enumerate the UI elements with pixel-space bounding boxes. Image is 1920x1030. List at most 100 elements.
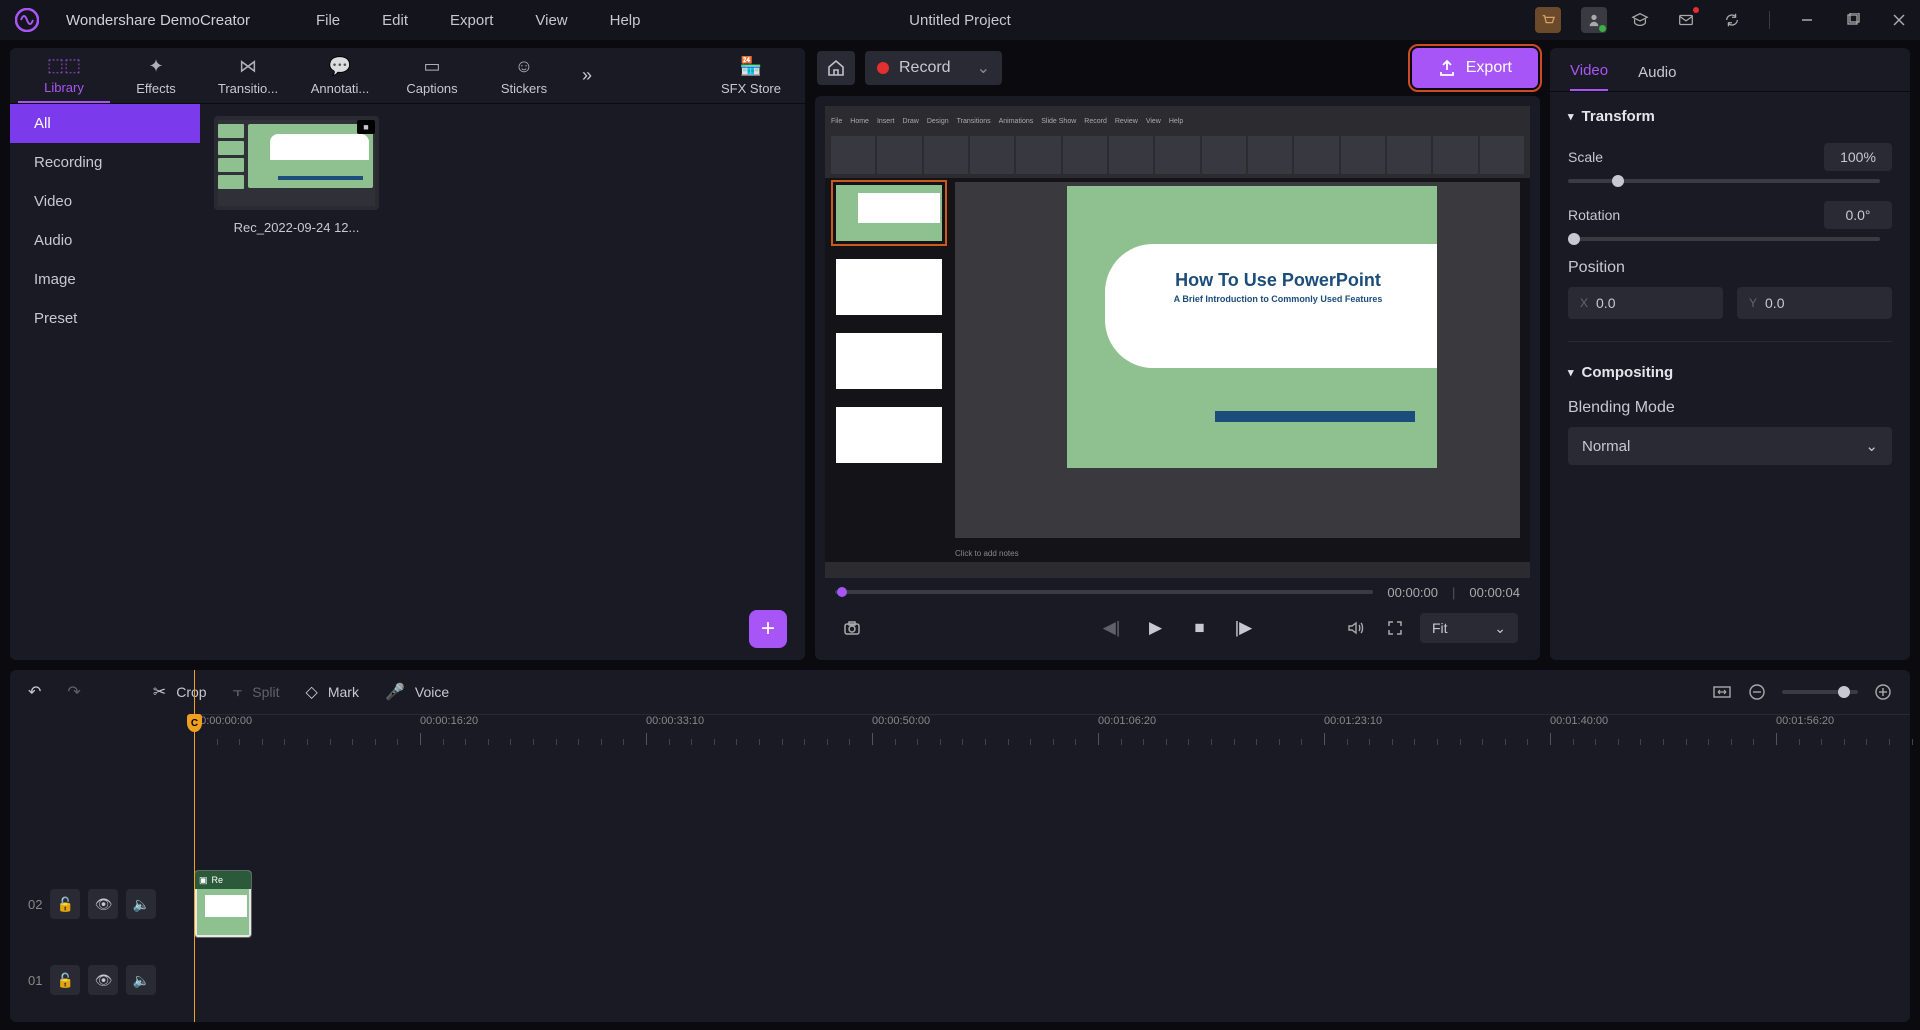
timeline-tracks: 02 🔓 👁 🔈 ▣Re 01 🔓 👁 🔈 [10,750,1910,1022]
record-button[interactable]: Record ⌄ [865,51,1002,85]
time-total: 00:00:04 [1469,585,1520,600]
library-content: ■ Rec_2022-09-24 12... + [200,104,805,660]
volume-button[interactable] [1340,613,1370,643]
menu-help[interactable]: Help [610,12,641,29]
playhead[interactable]: C [194,670,195,1022]
seek-track[interactable] [835,590,1373,594]
category-preset[interactable]: Preset [10,299,200,338]
media-tabs: ⬚⬚Library ✦Effects ⋈Transitio... 💬Annota… [10,48,805,104]
category-recording[interactable]: Recording [10,143,200,182]
track-visibility-button[interactable]: 👁 [88,965,118,995]
track-mute-button[interactable]: 🔈 [126,965,156,995]
category-image[interactable]: Image [10,260,200,299]
export-button[interactable]: Export [1412,48,1538,88]
fullscreen-button[interactable] [1380,613,1410,643]
timeline-clip[interactable]: ▣Re [194,870,252,938]
transform-header[interactable]: Transform [1568,108,1892,125]
separator [1769,11,1770,29]
scale-value[interactable]: 100% [1824,143,1892,171]
zoom-out-button[interactable] [1748,683,1766,701]
track-lock-button[interactable]: 🔓 [50,889,80,919]
tab-transitions[interactable]: ⋈Transitio... [202,50,294,102]
slide-title: How To Use PowerPoint [1139,270,1417,291]
fit-timeline-button[interactable] [1712,684,1732,700]
maximize-icon[interactable] [1840,7,1866,33]
track-number: 01 [28,973,42,988]
track-lane[interactable] [190,944,1910,1016]
track-mute-button[interactable]: 🔈 [126,889,156,919]
seek-thumb[interactable] [837,587,847,597]
library-panel: ⬚⬚Library ✦Effects ⋈Transitio... 💬Annota… [10,48,805,660]
play-button[interactable]: ▶ [1141,613,1171,643]
playhead-marker[interactable]: C [187,714,202,732]
grad-cap-icon[interactable] [1627,7,1653,33]
ruler-tick: 00:01:06:20 [1098,715,1156,727]
category-video[interactable]: Video [10,182,200,221]
media-clip[interactable]: ■ Rec_2022-09-24 12... [214,116,379,235]
tab-stickers[interactable]: ☺Stickers [478,50,570,102]
titlebar: Wondershare DemoCreator File Edit Export… [0,0,1920,40]
minimize-icon[interactable] [1794,7,1820,33]
voice-tool[interactable]: 🎤Voice [385,682,449,702]
track-01: 01 🔓 👁 🔈 [10,944,1910,1016]
redo-button[interactable]: ↷ [67,682,80,702]
menu-export[interactable]: Export [450,12,493,29]
ruler-tick: 00:01:40:00 [1550,715,1608,727]
rotation-value[interactable]: 0.0° [1824,201,1892,229]
zoom-slider[interactable] [1782,690,1858,694]
menu-file[interactable]: File [316,12,340,29]
prop-tab-video[interactable]: Video [1570,62,1608,91]
undo-button[interactable]: ↶ [28,682,41,702]
clip-name: Rec_2022-09-24 12... [214,220,379,235]
library-categories: All Recording Video Audio Image Preset [10,104,200,660]
track-lock-button[interactable]: 🔓 [50,965,80,995]
next-frame-button[interactable]: |▶ [1229,613,1259,643]
prop-tab-audio[interactable]: Audio [1638,64,1676,91]
close-icon[interactable] [1886,7,1912,33]
ruler-tick: 00:00:16:20 [420,715,478,727]
timeline-ruler[interactable]: 00:00:00:0000:00:16:2000:00:33:1000:00:5… [190,714,1910,750]
scale-label: Scale [1568,149,1603,165]
tab-library[interactable]: ⬚⬚Library [18,49,110,103]
ppt-ribbon: FileHomeInsertDrawDesignTransitionsAnima… [825,106,1530,178]
blend-mode-dropdown[interactable]: Normal ⌄ [1568,427,1892,465]
menu-view[interactable]: View [535,12,567,29]
user-icon[interactable] [1581,7,1607,33]
ppt-notes: Click to add notes [955,549,1019,558]
menu-edit[interactable]: Edit [382,12,408,29]
fit-dropdown[interactable]: Fit⌄ [1420,613,1518,643]
ruler-tick: 00:01:23:10 [1324,715,1382,727]
mail-icon[interactable] [1673,7,1699,33]
position-x-input[interactable]: X0.0 [1568,287,1723,319]
prev-frame-button[interactable]: ◀| [1097,613,1127,643]
category-audio[interactable]: Audio [10,221,200,260]
rotation-slider[interactable] [1568,237,1880,241]
zoom-in-button[interactable] [1874,683,1892,701]
sync-icon[interactable] [1719,7,1745,33]
seekbar: 00:00:00 | 00:00:04 [825,578,1530,606]
snapshot-button[interactable] [837,613,867,643]
position-y-input[interactable]: Y0.0 [1737,287,1892,319]
chevron-down-icon: ⌄ [977,58,990,78]
tab-annotations[interactable]: 💬Annotati... [294,50,386,102]
tab-captions[interactable]: ▭Captions [386,50,478,102]
record-label: Record [899,59,951,77]
tabs-more-icon[interactable]: » [570,65,604,86]
tab-sfx-store[interactable]: 🏪SFX Store [705,56,797,96]
stop-button[interactable]: ■ [1185,613,1215,643]
track-visibility-button[interactable]: 👁 [88,889,118,919]
mark-tool[interactable]: ◇Mark [306,682,359,702]
split-tool[interactable]: ⫟Split [233,683,280,701]
scale-slider[interactable] [1568,179,1880,183]
add-media-button[interactable]: + [749,610,787,648]
crop-tool[interactable]: ✂Crop [153,682,207,702]
cart-icon[interactable] [1535,7,1561,33]
compositing-header[interactable]: Compositing [1568,364,1892,381]
track-lane[interactable]: ▣Re [190,868,1910,940]
home-button[interactable] [817,51,855,85]
category-all[interactable]: All [10,104,200,143]
camera-badge-icon: ■ [357,120,375,134]
preview-canvas[interactable]: FileHomeInsertDrawDesignTransitionsAnima… [825,106,1530,578]
time-current: 00:00:00 [1387,585,1438,600]
tab-effects[interactable]: ✦Effects [110,50,202,102]
